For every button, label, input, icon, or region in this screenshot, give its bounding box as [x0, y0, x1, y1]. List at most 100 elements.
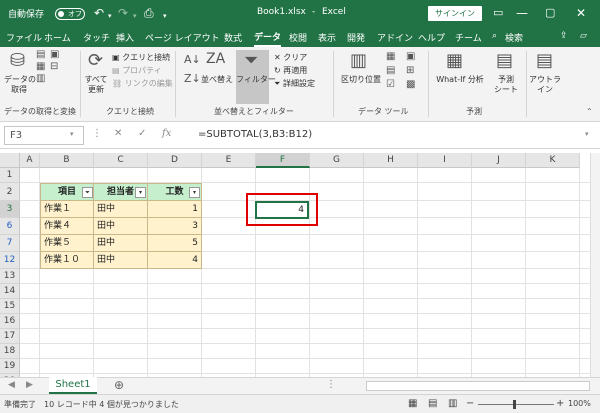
tab-file[interactable]: ファイル — [6, 31, 42, 44]
table-cell[interactable]: 田中 — [94, 252, 148, 269]
active-cell-f3[interactable]: 4 — [255, 201, 309, 219]
zoom-out-icon[interactable]: − — [466, 398, 474, 409]
zoom-slider-thumb[interactable] — [513, 400, 516, 409]
table-cell[interactable]: 作業１ — [40, 201, 94, 218]
filter-dropdown-icon[interactable]: ▾ — [135, 187, 146, 198]
tab-split-icon[interactable]: ⋮ — [326, 379, 336, 390]
close-icon[interactable]: ✕ — [576, 5, 586, 21]
row-header[interactable]: 6 — [0, 218, 20, 235]
tab-help[interactable]: ヘルプ — [418, 31, 445, 44]
tab-insert[interactable]: 挿入 — [116, 31, 134, 44]
row-header[interactable]: 16 — [0, 314, 20, 329]
search-icon[interactable]: ⌕ — [492, 31, 497, 41]
tab-page-layout[interactable]: ページ レイアウト — [145, 31, 220, 44]
text-to-columns-button[interactable]: 区切り位置 — [338, 75, 384, 85]
advanced-button[interactable]: ⏷ 詳細設定 — [274, 79, 315, 89]
redo-icon[interactable]: ↷ — [118, 5, 128, 21]
get-data-button[interactable]: データの 取得 — [4, 75, 36, 95]
edit-links-button[interactable]: ⛓ リンクの編集 — [112, 79, 173, 89]
collapse-ribbon-icon[interactable]: ⌃ — [586, 107, 593, 116]
sort-asc-icon[interactable]: A↓ — [184, 53, 201, 66]
row-header-selected[interactable]: 3 — [0, 201, 20, 218]
page-layout-view-icon[interactable]: ▤ — [428, 398, 437, 409]
table-header-item[interactable]: 項目 ⏷ — [40, 183, 94, 201]
table-cell[interactable]: 1 — [148, 201, 202, 218]
relationships-icon[interactable]: ⊞ — [406, 65, 414, 76]
remove-duplicates-icon[interactable]: ▤ — [386, 65, 395, 76]
formula-input[interactable]: =SUBTOTAL(3,B3:B12) — [198, 129, 312, 140]
column-header[interactable]: A — [20, 153, 40, 168]
queries-connections-button[interactable]: ▣ クエリと接続 — [112, 53, 170, 63]
table-cell[interactable]: 田中 — [94, 218, 148, 235]
tab-addins[interactable]: アドイン — [377, 31, 413, 44]
table-header-assignee[interactable]: 担当者 ▾ — [94, 183, 148, 201]
vertical-scrollbar[interactable] — [590, 153, 600, 377]
tab-review[interactable]: 校閲 — [289, 31, 307, 44]
row-header[interactable]: 19 — [0, 359, 20, 374]
column-header[interactable]: G — [310, 153, 364, 168]
table-cell[interactable]: 作業５ — [40, 235, 94, 252]
autosave-toggle[interactable]: オフ — [55, 8, 85, 20]
filter-dropdown-icon[interactable]: ▾ — [189, 187, 200, 198]
column-header[interactable]: B — [40, 153, 94, 168]
properties-button[interactable]: ▤ プロパティ — [112, 66, 162, 76]
filter-button[interactable]: フィルター — [236, 75, 276, 85]
page-break-view-icon[interactable]: ▥ — [448, 398, 457, 409]
redo-dropdown-icon[interactable]: ▾ — [133, 8, 137, 24]
cancel-icon[interactable]: ✕ — [114, 128, 122, 139]
sort-desc-icon[interactable]: Z↓ — [184, 72, 201, 85]
next-sheet-icon[interactable]: ▶ — [26, 380, 33, 390]
column-header[interactable]: H — [364, 153, 418, 168]
horizontal-scrollbar[interactable] — [366, 381, 590, 391]
column-header[interactable]: K — [526, 153, 580, 168]
from-web-icon[interactable]: ▦ — [36, 61, 45, 72]
table-header-hours[interactable]: 工数 ▾ — [148, 183, 202, 201]
table-cell[interactable]: 田中 — [94, 235, 148, 252]
reapply-button[interactable]: ↻ 再適用 — [274, 66, 307, 76]
minimize-icon[interactable]: — — [516, 5, 528, 21]
tab-home[interactable]: ホーム — [44, 31, 71, 44]
sheet-tab-sheet1[interactable]: Sheet1 — [49, 377, 97, 394]
expand-formula-icon[interactable]: ▾ — [585, 130, 589, 138]
zoom-in-icon[interactable]: + — [556, 398, 564, 409]
clear-button[interactable]: ✕ クリア — [274, 53, 307, 63]
column-header-selected[interactable]: F — [256, 153, 310, 168]
ribbon-display-icon[interactable]: ▭ — [493, 5, 503, 21]
row-header[interactable]: 7 — [0, 235, 20, 252]
tab-data[interactable]: データ — [254, 30, 282, 47]
tab-view[interactable]: 表示 — [318, 31, 336, 44]
tab-touch[interactable]: タッチ — [83, 31, 110, 44]
row-header[interactable]: 13 — [0, 269, 20, 284]
name-box-dropdown-icon[interactable]: ▾ — [70, 130, 74, 138]
outline-button[interactable]: アウトラ イン — [528, 75, 562, 95]
customize-toolbar-icon[interactable]: ▾ — [163, 8, 167, 24]
column-header[interactable]: I — [418, 153, 472, 168]
undo-dropdown-icon[interactable]: ▾ — [108, 8, 112, 24]
insert-function-icon[interactable]: fx — [162, 128, 171, 139]
maximize-icon[interactable]: ▢ — [545, 5, 555, 21]
share-icon[interactable]: ⇪ — [560, 31, 568, 41]
worksheet-grid[interactable]: A B C D E F G H I J K 1 2 3 6 7 12 13 14… — [0, 153, 590, 377]
existing-connections-icon[interactable]: ⊟ — [50, 61, 58, 72]
flash-fill-icon[interactable]: ▦ — [386, 51, 395, 62]
table-cell[interactable]: 5 — [148, 235, 202, 252]
column-header[interactable]: E — [202, 153, 256, 168]
quick-print-icon[interactable]: ⎙ — [144, 5, 154, 21]
column-header[interactable]: D — [148, 153, 202, 168]
what-if-button[interactable]: What-If 分析 — [432, 75, 488, 85]
data-validation-icon[interactable]: ☑ — [386, 79, 395, 90]
tab-formulas[interactable]: 数式 — [224, 31, 242, 44]
column-header[interactable]: J — [472, 153, 526, 168]
table-cell[interactable]: 作業１０ — [40, 252, 94, 269]
table-cell[interactable]: 田中 — [94, 201, 148, 218]
consolidate-icon[interactable]: ▣ — [406, 51, 415, 62]
row-header[interactable]: 1 — [0, 168, 20, 183]
prev-sheet-icon[interactable]: ◀ — [8, 380, 15, 390]
tab-team[interactable]: チーム — [455, 31, 482, 44]
row-header[interactable]: 12 — [0, 252, 20, 269]
from-table-icon[interactable]: ▥ — [36, 73, 45, 84]
column-header[interactable]: C — [94, 153, 148, 168]
recent-sources-icon[interactable]: ▣ — [50, 49, 59, 60]
refresh-all-button[interactable]: すべて 更新 — [80, 75, 112, 95]
zoom-level[interactable]: 100% — [568, 399, 591, 408]
